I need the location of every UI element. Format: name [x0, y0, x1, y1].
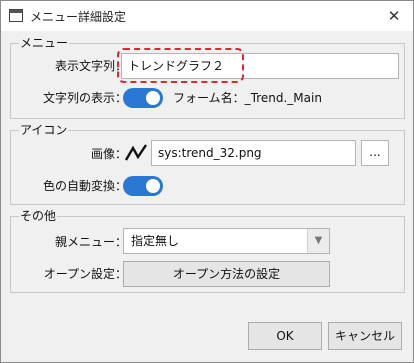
image-path-input[interactable]: sys:trend_32.png	[151, 140, 356, 166]
open-setting-label: オープン設定：	[43, 267, 127, 281]
icon-group-legend: アイコン	[19, 123, 69, 137]
window-title: メニュー詳細設定	[30, 10, 127, 24]
toggle-knob	[146, 91, 160, 105]
string-display-toggle[interactable]	[123, 88, 163, 108]
menu-group: メニュー 表示文字列： トレンドグラフ２ 文字列の表示： フォーム名：_Tren…	[10, 36, 405, 119]
string-display-label: 文字列の表示：	[42, 91, 127, 105]
menu-detail-settings-dialog: メニュー詳細設定 ✕ メニュー 表示文字列： トレンドグラフ２ 文字列の表示： …	[0, 0, 414, 363]
auto-color-toggle[interactable]	[123, 176, 163, 196]
title-bar: メニュー詳細設定 ✕	[1, 1, 413, 31]
toggle-knob	[146, 179, 160, 193]
browse-button[interactable]: ...	[361, 140, 389, 166]
display-text-label: 表示文字列：	[54, 59, 127, 73]
icon-group: アイコン 画像： sys:trend_32.png ... 色の自動変換：	[10, 123, 405, 205]
other-group-legend: その他	[19, 209, 58, 223]
trend-line-icon	[124, 144, 147, 161]
open-method-button[interactable]: オープン方法の設定	[123, 261, 330, 287]
parent-menu-select[interactable]: 指定無し ▼	[123, 228, 330, 254]
image-label: 画像：	[90, 147, 127, 161]
menu-group-legend: メニュー	[19, 36, 70, 50]
auto-color-label: 色の自動変換：	[42, 179, 127, 193]
parent-menu-value: 指定無し	[131, 234, 180, 248]
other-group: その他 親メニュー： 指定無し ▼ オープン設定： オープン方法の設定	[10, 209, 405, 293]
window-icon	[9, 9, 23, 22]
highlight-annotation	[117, 48, 244, 83]
close-icon[interactable]: ✕	[381, 5, 407, 27]
chevron-down-icon[interactable]: ▼	[307, 229, 329, 253]
ok-button[interactable]: OK	[248, 322, 322, 350]
cancel-button[interactable]: キャンセル	[328, 322, 402, 350]
form-name-text: フォーム名：_Trend._Main	[173, 91, 322, 105]
parent-menu-label: 親メニュー：	[54, 235, 127, 249]
